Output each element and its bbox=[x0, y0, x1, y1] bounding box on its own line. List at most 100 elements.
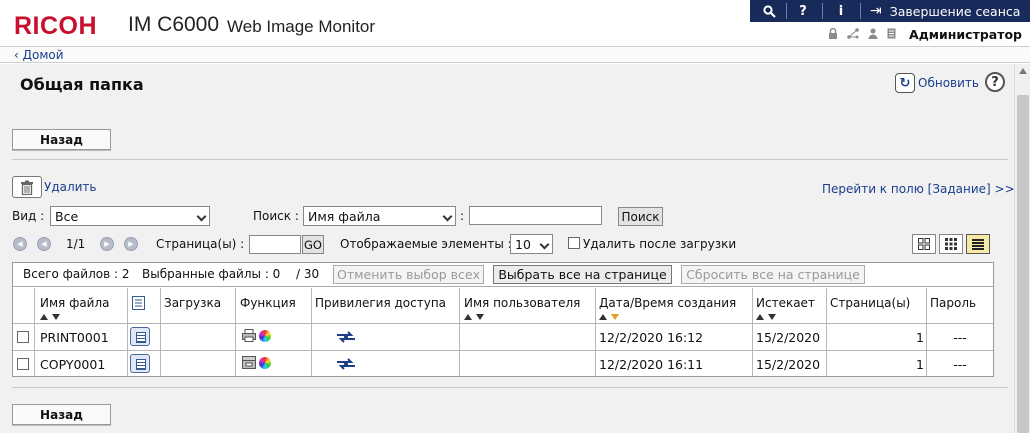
list-view-icon[interactable] bbox=[966, 234, 990, 254]
search-field-select[interactable]: Имя файла bbox=[303, 206, 456, 226]
created-datetime: 12/2/2020 16:11 bbox=[599, 357, 704, 372]
row-checkbox[interactable] bbox=[17, 331, 29, 343]
grid-small-icon[interactable] bbox=[939, 234, 963, 254]
prev-page-icon[interactable]: ◀ bbox=[37, 237, 51, 251]
sort-user-name[interactable] bbox=[464, 314, 484, 320]
col-expires: Истекает bbox=[756, 296, 815, 310]
function-icons bbox=[242, 329, 271, 342]
document-icon bbox=[887, 28, 896, 42]
logout-label: Завершение сеанса bbox=[889, 3, 1021, 19]
access-privilege-icon[interactable] bbox=[335, 330, 357, 344]
sort-desc-icon[interactable] bbox=[476, 314, 484, 320]
selected-files: Выбранные файлы : 0 bbox=[142, 267, 281, 281]
file-name[interactable]: PRINT0001 bbox=[40, 330, 109, 345]
page-input[interactable] bbox=[249, 235, 301, 254]
page-count: 1 bbox=[916, 357, 924, 372]
cancel-all-selection-button[interactable]: Отменить выбор всех bbox=[333, 265, 484, 284]
divider bbox=[12, 387, 1008, 388]
reset-all-on-page-button[interactable]: Сбросить все на странице bbox=[681, 265, 865, 284]
sort-desc-active-icon[interactable] bbox=[611, 314, 619, 320]
scroll-thumb[interactable] bbox=[1017, 95, 1029, 433]
col-pages: Страница(ы) bbox=[830, 296, 911, 310]
top-toolbar: ? i ⇥ Завершение сеанса bbox=[750, 0, 1030, 22]
expires-date: 15/2/2020 bbox=[756, 330, 821, 345]
back-button-bottom[interactable]: Назад bbox=[12, 404, 111, 425]
file-table: Всего файлов : 2 Выбранные файлы : 0 / 3… bbox=[12, 262, 994, 377]
delete-button[interactable]: Удалить bbox=[12, 176, 97, 198]
user-icon bbox=[868, 28, 878, 42]
file-name[interactable]: COPY0001 bbox=[40, 357, 105, 372]
total-files: Всего файлов : 2 bbox=[23, 267, 130, 281]
search-button[interactable]: Поиск bbox=[618, 207, 663, 226]
scroll-up-arrow[interactable] bbox=[1019, 68, 1027, 74]
password: --- bbox=[953, 330, 967, 345]
page-label: Страница(ы) : bbox=[156, 237, 245, 251]
sort-asc-icon[interactable] bbox=[464, 314, 472, 320]
sort-expires[interactable] bbox=[756, 314, 776, 320]
sort-asc-icon[interactable] bbox=[599, 314, 607, 320]
items-select[interactable]: 10 bbox=[510, 234, 553, 254]
grid-large-icon[interactable] bbox=[912, 234, 936, 254]
sort-asc-icon[interactable] bbox=[756, 314, 764, 320]
table-status-bar: Всего файлов : 2 Выбранные файлы : 0 / 3… bbox=[13, 263, 993, 287]
printer-icon bbox=[242, 329, 256, 342]
access-privilege-icon[interactable] bbox=[335, 357, 357, 371]
created-datetime: 12/2/2020 16:12 bbox=[599, 330, 704, 345]
search-input[interactable] bbox=[469, 206, 602, 225]
device-model: IM C6000 bbox=[128, 13, 220, 36]
help-icon[interactable]: ? bbox=[790, 0, 816, 22]
ricoh-logo: RICOH bbox=[14, 12, 98, 40]
view-select[interactable]: Все bbox=[50, 206, 210, 226]
vertical-scrollbar[interactable] bbox=[1014, 64, 1030, 433]
sort-file-name[interactable] bbox=[40, 314, 60, 320]
chevron-down-icon bbox=[196, 211, 207, 222]
divider bbox=[12, 159, 1008, 160]
next-page-icon[interactable]: ▶ bbox=[100, 237, 114, 251]
max-selectable: / 30 bbox=[296, 267, 320, 281]
go-button[interactable]: GO bbox=[302, 235, 324, 254]
chevron-down-icon bbox=[539, 239, 550, 250]
sort-desc-icon[interactable] bbox=[52, 314, 60, 320]
back-button-top[interactable]: Назад bbox=[12, 129, 111, 150]
logout-button[interactable]: ⇥ Завершение сеанса bbox=[870, 0, 1020, 22]
page-indicator: 1/1 bbox=[66, 237, 86, 251]
refresh-button[interactable]: ↻ Обновить bbox=[895, 73, 979, 93]
sort-created[interactable] bbox=[599, 314, 619, 320]
search-field-value: Имя файла bbox=[308, 208, 381, 224]
items-select-value: 10 bbox=[515, 236, 531, 252]
details-icon[interactable] bbox=[130, 354, 150, 373]
row-checkbox[interactable] bbox=[17, 358, 29, 370]
last-page-icon[interactable]: ▶ bbox=[124, 237, 138, 251]
info-icon[interactable]: i bbox=[828, 0, 854, 22]
jobs-link[interactable]: Перейти к полю [Задание] >> bbox=[822, 182, 1015, 196]
view-select-value: Все bbox=[55, 208, 79, 224]
search-label: Поиск : bbox=[253, 209, 299, 223]
user-status-row: Администратор bbox=[828, 27, 1022, 42]
delete-after-download-checkbox[interactable] bbox=[568, 237, 580, 249]
home-link[interactable]: ‹ Домой bbox=[14, 48, 64, 62]
col-download: Загрузка bbox=[164, 296, 222, 310]
user-name: Администратор bbox=[909, 27, 1022, 42]
sort-asc-icon[interactable] bbox=[40, 314, 48, 320]
details-icon[interactable] bbox=[130, 327, 150, 346]
page-count: 1 bbox=[916, 330, 924, 345]
col-created: Дата/Время создания bbox=[599, 296, 737, 310]
delete-after-download-label: Удалить после загрузки bbox=[583, 237, 737, 251]
col-access-privilege: Привилегия доступа bbox=[315, 296, 447, 310]
color-icon bbox=[259, 356, 271, 369]
function-icons bbox=[242, 356, 271, 369]
delete-label: Удалить bbox=[44, 180, 97, 194]
refresh-label: Обновить bbox=[918, 76, 979, 90]
refresh-icon: ↻ bbox=[895, 73, 915, 93]
password: --- bbox=[953, 357, 967, 372]
lock-icon bbox=[828, 27, 838, 42]
logout-icon: ⇥ bbox=[870, 3, 882, 19]
breadcrumb: ‹ Домой bbox=[0, 46, 1030, 63]
page-help-icon[interactable]: ? bbox=[985, 72, 1005, 92]
first-page-icon[interactable]: ◀ bbox=[13, 237, 27, 251]
search-icon[interactable] bbox=[756, 0, 782, 22]
select-all-on-page-button[interactable]: Выбрать все на странице bbox=[493, 265, 672, 284]
details-column-icon bbox=[132, 296, 145, 313]
app-header: RICOH IM C6000 Web Image Monitor ? i ⇥ З… bbox=[0, 0, 1030, 46]
sort-desc-icon[interactable] bbox=[768, 314, 776, 320]
